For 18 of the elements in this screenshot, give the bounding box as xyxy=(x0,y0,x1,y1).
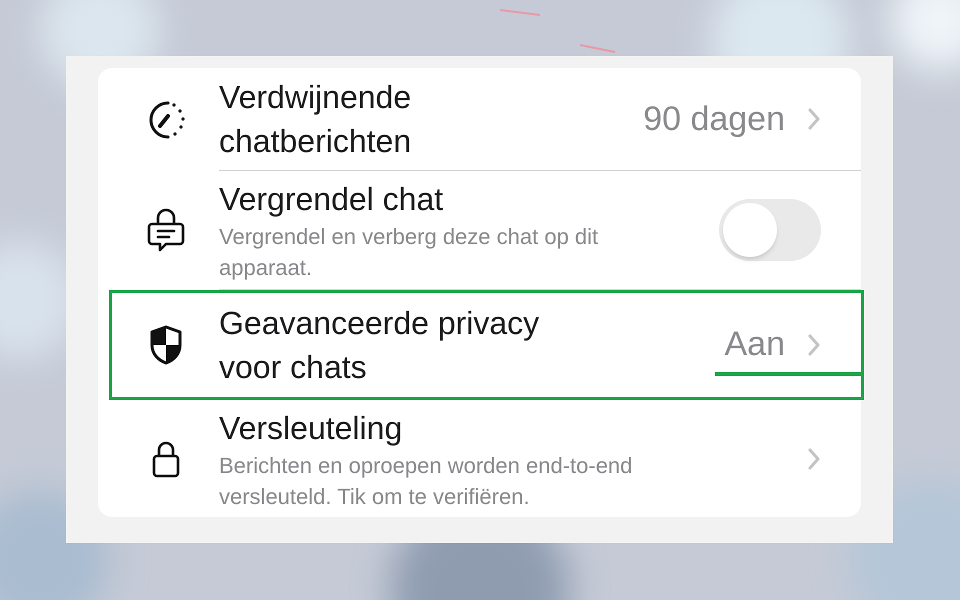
setting-value: 90 dagen xyxy=(643,98,785,140)
setting-description: Berichten en oproepen worden end-to-end versleuteld. Tik om te verifiëren. xyxy=(219,452,634,510)
setting-value: Aan xyxy=(724,324,785,365)
setting-description: Vergrendel en verberg deze chat op dit apparaat. xyxy=(219,223,600,282)
settings-row[interactable]: Verdwijnende chatberichten 90 dagen xyxy=(98,68,861,171)
setting-title: Verdwijnende chatberichten xyxy=(219,78,412,161)
lock-icon xyxy=(150,438,180,478)
settings-row[interactable]: Vergrendel chat Vergrendel en verberg deze chat op dit apparaat. xyxy=(98,171,861,290)
chat-lock-icon xyxy=(146,206,186,254)
setting-title: Versleuteling xyxy=(219,408,404,448)
setting-title: Vergrendel chat xyxy=(219,180,444,219)
chevron-icon xyxy=(807,332,821,356)
shield-icon xyxy=(148,325,182,365)
setting-title: Geavanceerde privacy voor chats xyxy=(219,304,540,386)
chevron-icon xyxy=(807,107,821,131)
settings-row[interactable]: Geavanceerde privacy voor chats Aan xyxy=(98,290,861,400)
chevron-icon xyxy=(807,446,821,470)
settings-row[interactable]: Versleuteling Berichten en oproepen worden end-to-end versleuteld. Tik om te verifiëren. xyxy=(98,400,861,517)
